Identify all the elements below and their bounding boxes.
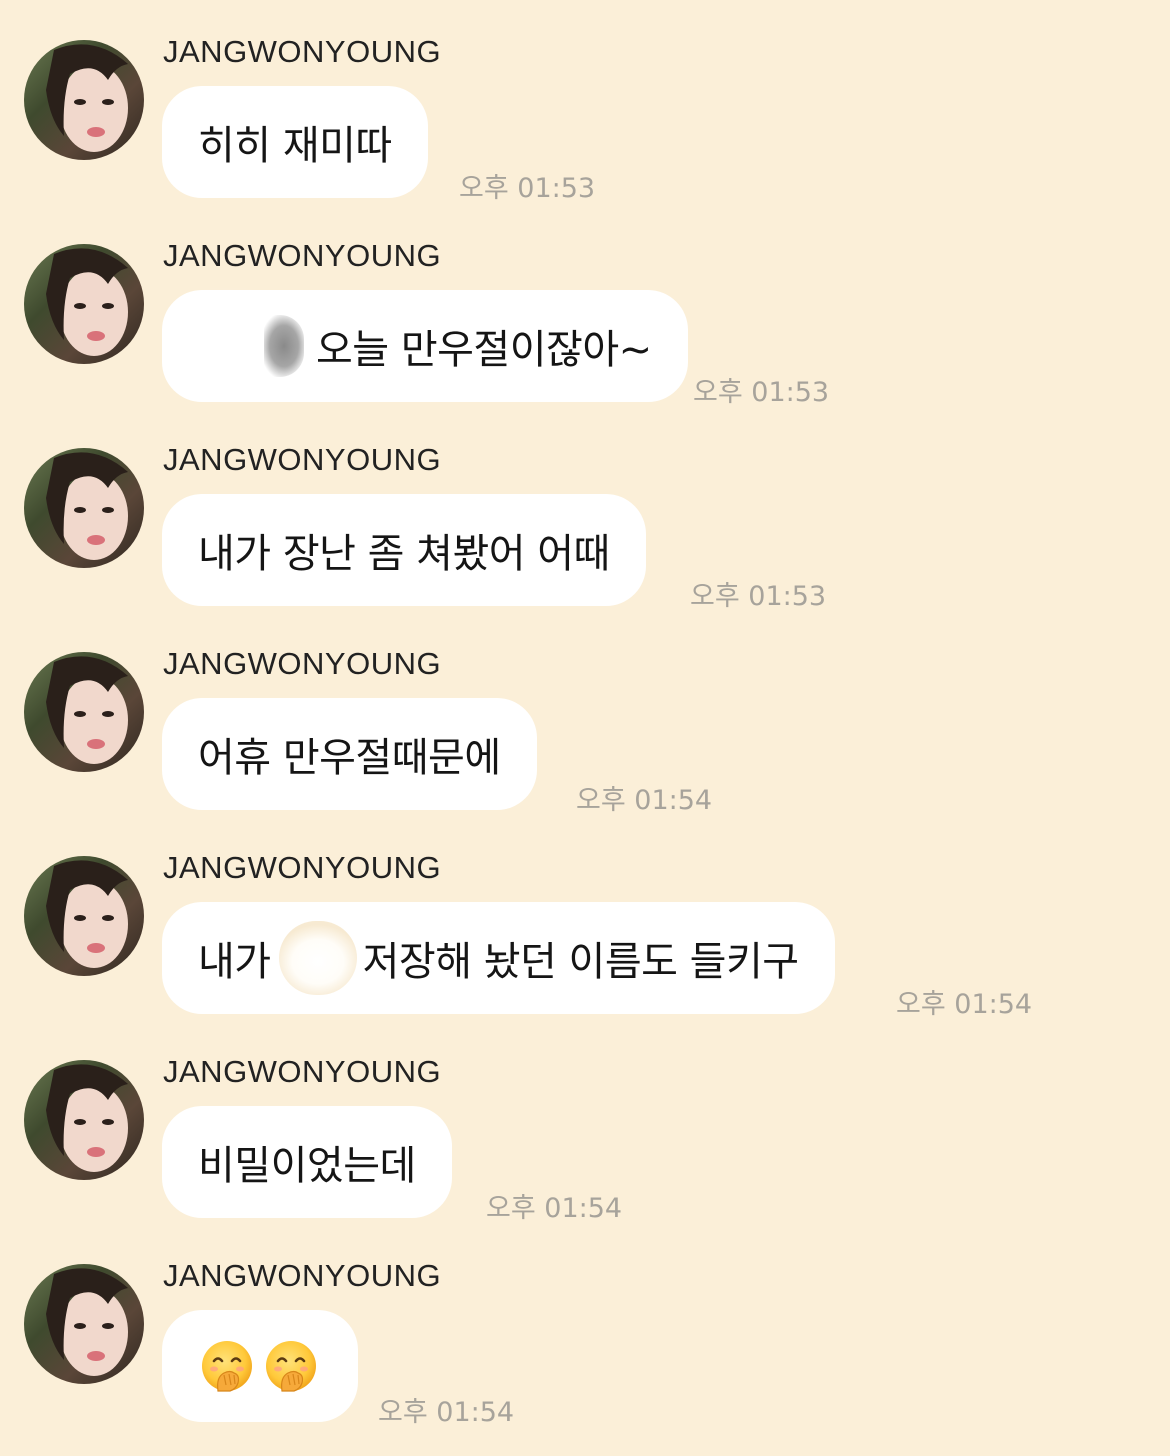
sender-name: JANGWONYOUNG — [163, 1054, 442, 1089]
message-timestamp: 오후 01:54 — [378, 1397, 515, 1428]
message-timestamp: 오후 01:53 — [690, 581, 827, 612]
message-bubble[interactable]: 내가 저장해 놨던 이름도 들키구 — [162, 902, 835, 1014]
avatar-portrait-icon — [46, 1268, 128, 1376]
avatar[interactable] — [24, 40, 144, 160]
redacted-area — [278, 921, 357, 995]
message-timestamp: 오후 01:53 — [459, 173, 596, 204]
avatar-portrait-icon — [46, 1064, 128, 1172]
message-timestamp: 오후 01:54 — [576, 785, 713, 816]
message-bubble[interactable]: 어휴 만우절때문에 — [162, 698, 537, 810]
message-bubble[interactable]: 오늘 만우절이잖아~ — [162, 290, 688, 402]
avatar[interactable] — [24, 448, 144, 568]
message-timestamp: 오후 01:54 — [896, 989, 1033, 1020]
sender-name: JANGWONYOUNG — [163, 238, 442, 273]
chat-message: JANGWONYOUNG 내가 저장해 놨던 이름도 들키구 오후 01:54 — [0, 816, 1170, 1020]
chat-message: JANGWONYOUNG 비밀이었는데 오후 01:54 — [0, 1020, 1170, 1224]
message-bubble[interactable]: 내가 장난 좀 쳐봤어 어때 — [162, 494, 646, 606]
face-with-hand-over-mouth-icon — [266, 1341, 316, 1392]
message-text: 오늘 만우절이잖아~ — [316, 327, 652, 373]
avatar-portrait-icon — [46, 656, 128, 764]
chat-message: JANGWONYOUNG 오늘 만우절이잖아~ 오후 01:53 — [0, 204, 1170, 408]
message-timestamp: 오후 01:54 — [486, 1193, 623, 1224]
message-text: 내가 장난 좀 쳐봤어 어때 — [198, 531, 610, 577]
avatar-portrait-icon — [46, 44, 128, 152]
message-text-before: 내가 — [198, 939, 271, 985]
avatar[interactable] — [24, 244, 144, 364]
message-bubble[interactable]: 비밀이었는데 — [162, 1106, 452, 1218]
avatar-portrait-icon — [46, 860, 128, 968]
chat-message-list[interactable]: JANGWONYOUNG 히히 재미따 오후 01:53 JANGWONYOUN… — [0, 0, 1170, 1456]
avatar[interactable] — [24, 652, 144, 772]
message-text: 비밀이었는데 — [198, 1143, 416, 1189]
chat-message: JANGWONYOUNG 오후 01:54 — [0, 1224, 1170, 1428]
message-text-after: 저장해 놨던 이름도 들키구 — [362, 939, 799, 985]
chat-message: JANGWONYOUNG 히히 재미따 오후 01:53 — [0, 0, 1170, 204]
sender-name: JANGWONYOUNG — [163, 646, 442, 681]
message-bubble[interactable]: 히히 재미따 — [162, 86, 428, 198]
avatar-portrait-icon — [46, 248, 128, 356]
chat-message: JANGWONYOUNG 내가 장난 좀 쳐봤어 어때 오후 01:53 — [0, 408, 1170, 612]
sender-name: JANGWONYOUNG — [163, 1258, 442, 1293]
message-text: 히히 재미따 — [198, 123, 392, 169]
sender-name: JANGWONYOUNG — [163, 34, 442, 69]
sender-name: JANGWONYOUNG — [163, 850, 442, 885]
chat-message: JANGWONYOUNG 어휴 만우절때문에 오후 01:54 — [0, 612, 1170, 816]
sender-name: JANGWONYOUNG — [163, 442, 442, 477]
redacted-area — [264, 315, 304, 377]
avatar[interactable] — [24, 856, 144, 976]
redacted-area — [192, 314, 264, 378]
avatar-portrait-icon — [46, 452, 128, 560]
avatar[interactable] — [24, 1060, 144, 1180]
face-with-hand-over-mouth-icon — [202, 1341, 252, 1392]
message-text: 어휴 만우절때문에 — [198, 735, 501, 781]
avatar[interactable] — [24, 1264, 144, 1384]
message-timestamp: 오후 01:53 — [693, 377, 830, 408]
message-bubble[interactable] — [162, 1310, 358, 1422]
